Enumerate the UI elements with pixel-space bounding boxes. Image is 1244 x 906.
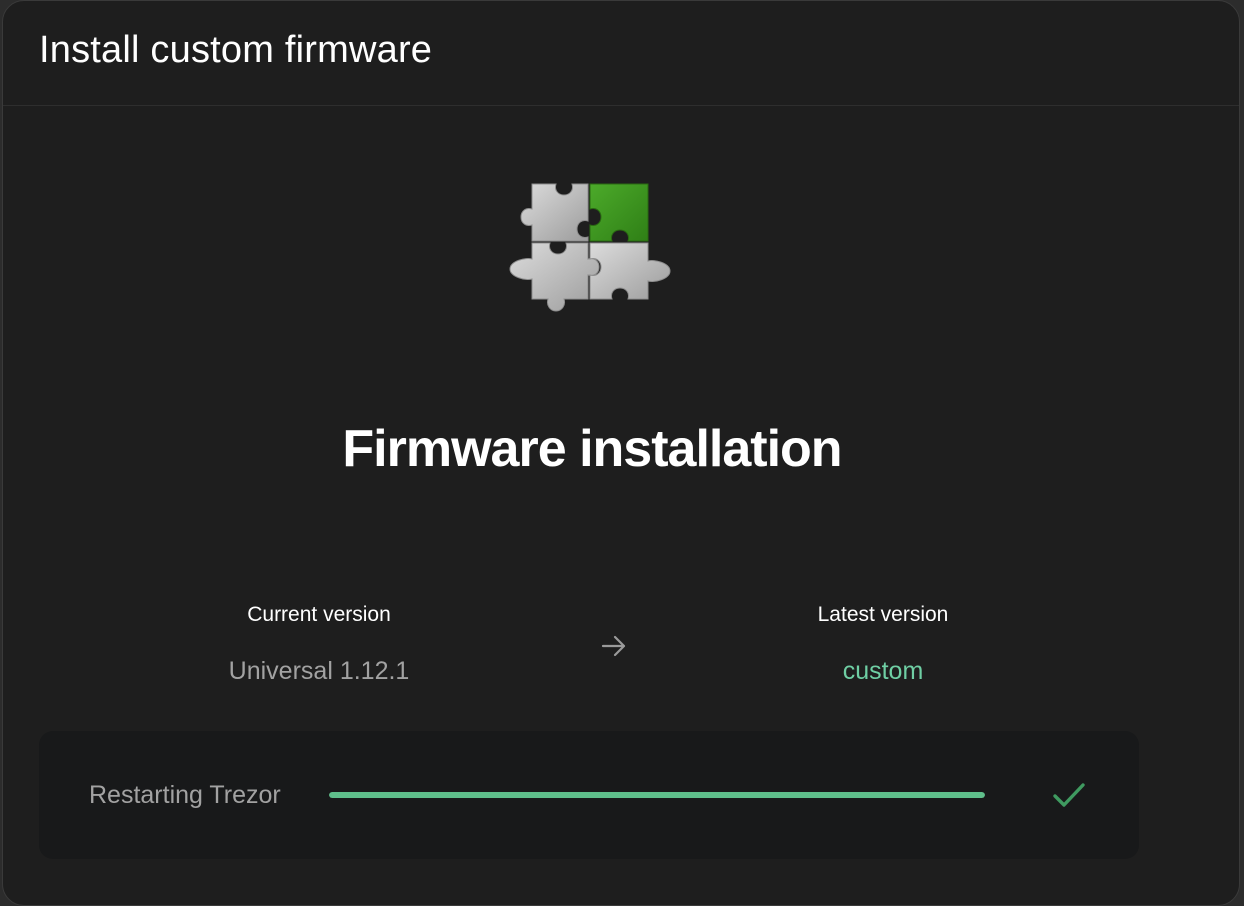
progress-bar-fill xyxy=(329,792,985,798)
arrow-right-icon xyxy=(599,631,629,661)
modal-title: Install custom firmware xyxy=(39,29,433,71)
page-heading: Firmware installation xyxy=(342,420,842,478)
current-version-value: Universal 1.12.1 xyxy=(228,657,410,685)
progress-bar xyxy=(329,792,985,798)
puzzle-pieces-icon xyxy=(508,181,673,326)
check-icon xyxy=(1051,781,1087,809)
current-version-label: Current version xyxy=(247,603,391,626)
modal-header: Install custom firmware xyxy=(3,1,1239,106)
progress-label: Restarting Trezor xyxy=(89,781,281,809)
progress-card: Restarting Trezor xyxy=(39,731,1139,859)
latest-version-value: custom xyxy=(842,657,924,685)
firmware-modal: Install custom firmware Firmware install… xyxy=(2,0,1240,906)
latest-version-label: Latest version xyxy=(817,603,949,626)
current-version-block: Current version Universal 1.12.1 xyxy=(169,601,469,686)
latest-version-block: Latest version custom xyxy=(733,601,1033,686)
